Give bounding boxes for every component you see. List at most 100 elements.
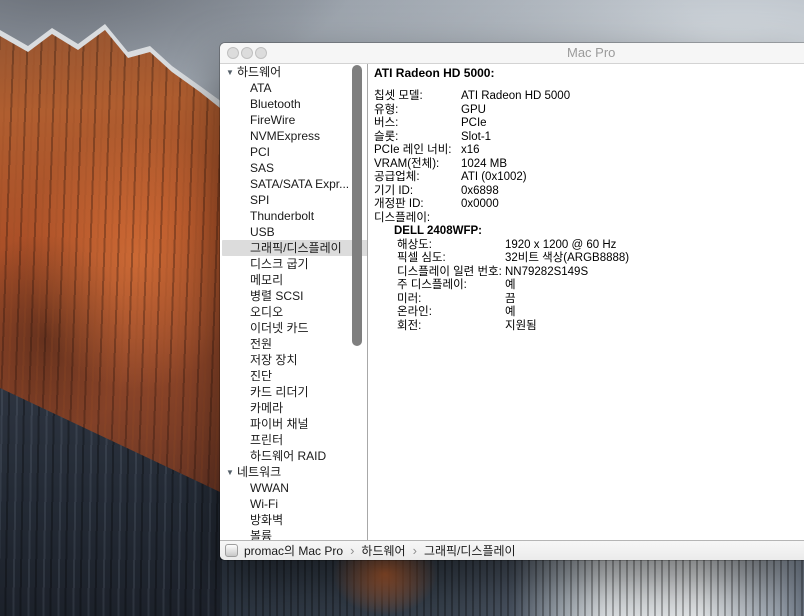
sidebar-item[interactable]: SATA/SATA Expr... bbox=[220, 176, 367, 192]
info-label: 기기 ID: bbox=[374, 185, 461, 199]
path-bar: promac의 Mac Pro › 하드웨어 › 그래픽/디스플레이 bbox=[220, 540, 804, 560]
info-label: 해상도: bbox=[397, 239, 505, 253]
info-row: 공급업체:ATI (0x1002) bbox=[374, 171, 804, 185]
info-row: 디스플레이 일련 번호:NN79282S149S bbox=[374, 266, 804, 280]
info-row: 버스:PCIe bbox=[374, 117, 804, 131]
info-value: ATI (0x1002) bbox=[461, 171, 527, 183]
sidebar-section-header[interactable]: ▼네트워크 bbox=[220, 464, 367, 480]
disclosure-triangle-icon[interactable]: ▼ bbox=[226, 465, 237, 481]
minimize-button[interactable] bbox=[241, 47, 253, 59]
sidebar-item[interactable]: FireWire bbox=[220, 112, 367, 128]
info-value: ATI Radeon HD 5000 bbox=[461, 90, 570, 102]
sidebar-item[interactable]: 이더넷 카드 bbox=[220, 320, 367, 336]
sidebar-list: ▼하드웨어ATABluetoothFireWireNVMExpressPCISA… bbox=[220, 64, 367, 540]
report-pane: ATI Radeon HD 5000: 칩셋 모델:ATI Radeon HD … bbox=[368, 64, 804, 540]
sidebar-item[interactable]: 병렬 SCSI bbox=[220, 288, 367, 304]
sidebar-item[interactable]: PCI bbox=[220, 144, 367, 160]
sidebar-item[interactable]: 오디오 bbox=[220, 304, 367, 320]
sidebar-item[interactable]: WWAN bbox=[220, 480, 367, 496]
sidebar-item[interactable]: 방화벽 bbox=[220, 512, 367, 528]
info-row: 미러:끔 bbox=[374, 293, 804, 307]
wallpaper-snow-ridge bbox=[0, 0, 222, 616]
info-row: 해상도:1920 x 1200 @ 60 Hz bbox=[374, 239, 804, 253]
info-value: 끔 bbox=[505, 293, 516, 305]
sidebar-item[interactable]: 볼륨 bbox=[220, 528, 367, 540]
sidebar-item[interactable]: 카드 리더기 bbox=[220, 384, 367, 400]
info-row: 온라인:예 bbox=[374, 306, 804, 320]
info-value: x16 bbox=[461, 144, 480, 156]
zoom-button[interactable] bbox=[255, 47, 267, 59]
title-bar[interactable]: Mac Pro bbox=[220, 43, 804, 64]
info-value: PCIe bbox=[461, 117, 487, 129]
path-segment[interactable]: 그래픽/디스플레이 bbox=[424, 542, 516, 559]
wallpaper-cliff bbox=[0, 0, 220, 616]
info-row: 디스플레이: bbox=[374, 212, 804, 226]
sidebar: ▼하드웨어ATABluetoothFireWireNVMExpressPCISA… bbox=[220, 64, 368, 540]
path-segments: promac의 Mac Pro › 하드웨어 › 그래픽/디스플레이 bbox=[244, 542, 516, 559]
info-value: 예 bbox=[505, 279, 516, 291]
info-label: 회전: bbox=[397, 320, 505, 334]
sidebar-item[interactable]: 프린터 bbox=[220, 432, 367, 448]
info-row: 개정판 ID:0x0000 bbox=[374, 198, 804, 212]
window-title: Mac Pro bbox=[567, 43, 615, 63]
chevron-right-icon: › bbox=[413, 543, 417, 558]
info-row: 회전:지원됨 bbox=[374, 320, 804, 334]
info-label: VRAM(전체): bbox=[374, 158, 461, 172]
info-value: 32비트 색상(ARGB8888) bbox=[505, 252, 629, 264]
info-row: 주 디스플레이:예 bbox=[374, 279, 804, 293]
chevron-right-icon: › bbox=[350, 543, 354, 558]
sidebar-item[interactable]: ATA bbox=[220, 80, 367, 96]
info-row: PCIe 레인 너비:x16 bbox=[374, 144, 804, 158]
info-value: 예 bbox=[505, 306, 516, 318]
sidebar-item[interactable]: 디스크 굽기 bbox=[220, 256, 367, 272]
computer-icon bbox=[225, 544, 238, 557]
sidebar-item[interactable]: Bluetooth bbox=[220, 96, 367, 112]
sidebar-section-label: 하드웨어 bbox=[237, 65, 281, 79]
wallpaper-cliff-shadow bbox=[0, 0, 220, 616]
info-label: 슬롯: bbox=[374, 131, 461, 145]
info-label: 칩셋 모델: bbox=[374, 90, 461, 104]
info-label: 픽셀 심도: bbox=[397, 252, 505, 266]
display-rows: 해상도:1920 x 1200 @ 60 Hz픽셀 심도:32비트 색상(ARG… bbox=[374, 239, 804, 334]
sidebar-item[interactable]: 진단 bbox=[220, 368, 367, 384]
info-value: GPU bbox=[461, 104, 486, 116]
sidebar-item[interactable]: SAS bbox=[220, 160, 367, 176]
sidebar-scrollbar-thumb[interactable] bbox=[352, 65, 362, 346]
sidebar-item[interactable]: SPI bbox=[220, 192, 367, 208]
sidebar-item[interactable]: 메모리 bbox=[220, 272, 367, 288]
info-row: 유형:GPU bbox=[374, 104, 804, 118]
info-row: 칩셋 모델:ATI Radeon HD 5000 bbox=[374, 90, 804, 104]
info-label: 디스플레이 일련 번호: bbox=[397, 266, 505, 280]
info-value: 0x0000 bbox=[461, 198, 499, 210]
path-segment[interactable]: 하드웨어 bbox=[361, 542, 405, 559]
sidebar-item[interactable]: Wi-Fi bbox=[220, 496, 367, 512]
sidebar-section-header[interactable]: ▼하드웨어 bbox=[220, 64, 367, 80]
sidebar-item[interactable]: NVMExpress bbox=[220, 128, 367, 144]
info-label: 유형: bbox=[374, 104, 461, 118]
gpu-section-title: ATI Radeon HD 5000: bbox=[374, 66, 804, 80]
info-label: PCIe 레인 너비: bbox=[374, 144, 461, 158]
info-row: 슬롯:Slot-1 bbox=[374, 131, 804, 145]
info-label: 온라인: bbox=[397, 306, 505, 320]
path-segment[interactable]: promac의 Mac Pro bbox=[244, 542, 343, 559]
info-label: 공급업체: bbox=[374, 171, 461, 185]
sidebar-item[interactable]: 전원 bbox=[220, 336, 367, 352]
sidebar-item[interactable]: 카메라 bbox=[220, 400, 367, 416]
sidebar-item[interactable]: 파이버 채널 bbox=[220, 416, 367, 432]
sidebar-item[interactable]: 저장 장치 bbox=[220, 352, 367, 368]
info-value: 1920 x 1200 @ 60 Hz bbox=[505, 239, 616, 251]
sidebar-section-label: 네트워크 bbox=[237, 465, 281, 479]
disclosure-triangle-icon[interactable]: ▼ bbox=[226, 65, 237, 81]
sidebar-item[interactable]: USB bbox=[220, 224, 367, 240]
info-row: 픽셀 심도:32비트 색상(ARGB8888) bbox=[374, 252, 804, 266]
close-button[interactable] bbox=[227, 47, 239, 59]
wallpaper-valley bbox=[220, 556, 804, 616]
info-row: 기기 ID:0x6898 bbox=[374, 185, 804, 199]
sidebar-item[interactable]: 그래픽/디스플레이 bbox=[222, 240, 368, 256]
info-value: 지원됨 bbox=[505, 320, 537, 332]
info-label: 미러: bbox=[397, 293, 505, 307]
info-value: 0x6898 bbox=[461, 185, 499, 197]
sidebar-item[interactable]: Thunderbolt bbox=[220, 208, 367, 224]
info-value: NN79282S149S bbox=[505, 266, 588, 278]
sidebar-item[interactable]: 하드웨어 RAID bbox=[220, 448, 367, 464]
